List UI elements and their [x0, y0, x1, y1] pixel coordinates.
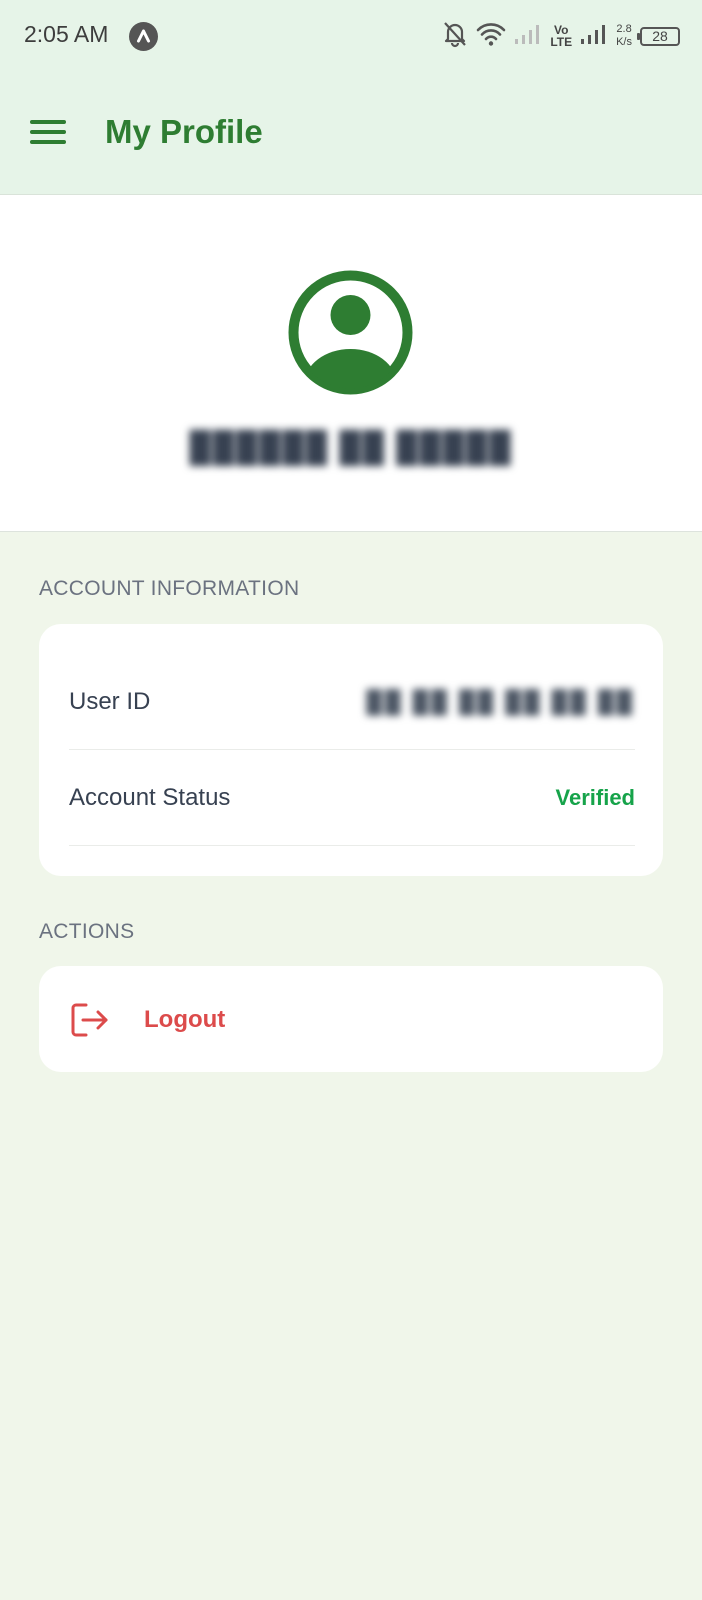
- user-id-value: ██ ██ ██ ██ ██ ██: [366, 688, 635, 714]
- status-time: 2:05 AM: [24, 21, 109, 47]
- user-avatar-icon: [287, 269, 414, 396]
- actions-card: Logout: [39, 966, 663, 1072]
- logout-icon: [70, 1002, 110, 1038]
- profile-name: ██████ ██ █████: [189, 431, 513, 464]
- battery-icon: 28: [637, 26, 680, 46]
- net-speed: 2.8 K/s: [616, 23, 632, 49]
- account-information-card: User ID ██ ██ ██ ██ ██ ██ Account Status…: [39, 624, 663, 876]
- info-row-account-status: Account Status Verified: [69, 750, 635, 846]
- profile-header: ██████ ██ █████: [0, 195, 702, 532]
- battery-level: 28: [652, 28, 668, 44]
- account-status-value: Verified: [555, 784, 635, 810]
- account-status-label: Account Status: [69, 783, 231, 811]
- volte-bottom-label: LTE: [550, 35, 573, 49]
- hamburger-menu-icon[interactable]: [30, 118, 68, 148]
- signal-icon: [514, 22, 542, 51]
- user-id-label: User ID: [69, 687, 151, 715]
- status-icons: Vo LTE 2.8 K/s 28: [442, 18, 680, 54]
- a-icon: [129, 22, 158, 51]
- net-speed-unit: K/s: [616, 36, 632, 48]
- logout-label: Logout: [144, 1006, 226, 1033]
- section-title-actions: ACTIONS: [39, 920, 135, 943]
- logout-button[interactable]: Logout: [39, 966, 663, 1072]
- page-title: My Profile: [105, 113, 263, 150]
- net-speed-value: 2.8: [616, 23, 632, 35]
- wifi-icon: [476, 21, 506, 52]
- volte-indicator: Vo LTE: [550, 24, 572, 48]
- top-bar: 2:05 AM Vo LTE 2.8 K/s 28 My Profile: [0, 0, 702, 195]
- signal-icon: [580, 22, 608, 51]
- bell-off-icon: [442, 20, 468, 53]
- info-row-user-id: User ID ██ ██ ██ ██ ██ ██: [69, 654, 635, 750]
- section-title-account-information: ACCOUNT INFORMATION: [39, 577, 300, 600]
